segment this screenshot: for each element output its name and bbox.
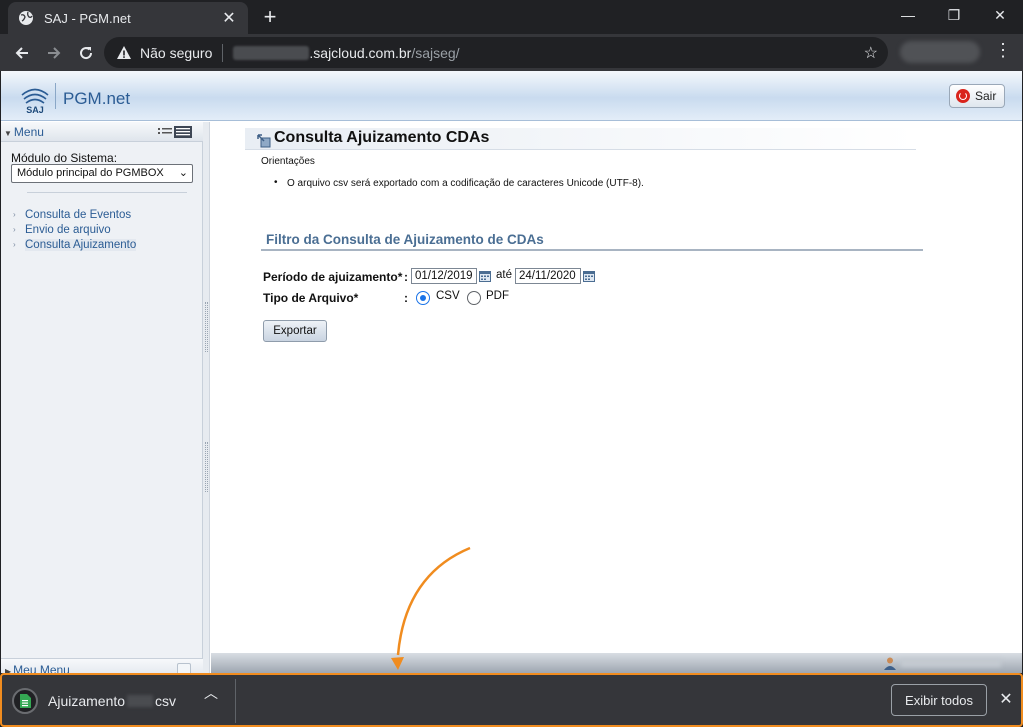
- my-menu-label: Meu Menu: [13, 663, 70, 673]
- redacted-subdomain: [233, 45, 310, 60]
- saj-logo: SAJ: [21, 88, 49, 115]
- sidebar-item-consulta-eventos[interactable]: › Consulta de Eventos: [13, 207, 136, 222]
- filter-title: Filtro da Consulta de Ajuizamento de CDA…: [266, 232, 544, 247]
- splitter-grip: [205, 302, 208, 352]
- file-type-colon: :: [404, 291, 408, 305]
- radio-csv[interactable]: [416, 291, 430, 305]
- my-menu-header[interactable]: ▶ Meu Menu: [1, 658, 203, 673]
- power-icon: [956, 89, 970, 103]
- module-select[interactable]: Módulo principal do PGMBOX ⌄: [11, 164, 193, 183]
- download-file-name: Ajuizamento: [48, 693, 126, 709]
- radio-pdf-label[interactable]: PDF: [486, 290, 509, 302]
- browser-toolbar: Não seguro .sajcloud.com.br /sajseg/ ☆ ⋮: [0, 34, 1023, 71]
- radio-pdf[interactable]: [467, 291, 481, 305]
- date-to-input[interactable]: 24/11/2020: [515, 268, 581, 284]
- download-file-ext: csv: [155, 693, 177, 709]
- link-bullet-icon: ›: [13, 240, 16, 249]
- date-from-input[interactable]: 01/12/2019: [411, 268, 477, 284]
- calendar-icon[interactable]: [583, 270, 595, 282]
- bookmark-star-icon[interactable]: ☆: [864, 43, 878, 63]
- my-menu-edit-icon[interactable]: [177, 663, 191, 673]
- tab-close-icon[interactable]: ✕: [220, 8, 238, 28]
- download-shelf: Ajuizamento csv ︿ Exibir todos ✕: [0, 673, 1023, 727]
- page-title: Consulta Ajuizamento CDAs: [274, 129, 490, 146]
- period-colon: :: [404, 270, 408, 284]
- arrow-left-icon: [15, 47, 28, 59]
- module-label: Módulo do Sistema:: [11, 151, 118, 165]
- tab-strip: SAJ - PGM.net ✕ + — ❐ ✕: [0, 0, 1023, 34]
- logout-label: Sair: [975, 89, 997, 103]
- globe-icon: [19, 11, 33, 25]
- sidebar-splitter[interactable]: [203, 122, 210, 673]
- tab-title: SAJ - PGM.net: [44, 10, 131, 26]
- back-button[interactable]: [8, 39, 36, 67]
- new-tab-button[interactable]: +: [258, 5, 282, 29]
- main-content: Consulta Ajuizamento CDAs Orientações O …: [211, 122, 1022, 653]
- redacted-username: [901, 659, 1001, 667]
- logout-button[interactable]: Sair: [949, 84, 1005, 108]
- show-all-downloads-button[interactable]: Exibir todos: [891, 684, 987, 716]
- status-bar: [211, 653, 1022, 673]
- period-label: Período de ajuizamento*: [263, 270, 403, 284]
- reload-button[interactable]: [72, 39, 100, 67]
- app-name: PGM.net: [63, 89, 131, 108]
- redacted-file-part: [127, 695, 154, 707]
- forward-button[interactable]: [40, 39, 68, 67]
- warning-icon: [117, 45, 131, 59]
- spreadsheet-file-icon: [12, 688, 38, 714]
- chevron-down-icon: ⌄: [178, 167, 188, 179]
- profile-avatar[interactable]: [900, 41, 980, 63]
- security-label[interactable]: Não seguro: [140, 45, 212, 61]
- sidebar-divider: [27, 192, 187, 193]
- query-icon: [257, 134, 271, 148]
- module-selected-value: Módulo principal do PGMBOX: [17, 167, 164, 179]
- guidance-label: Orientações: [261, 156, 315, 167]
- app-header: SAJ PGM.net Sair: [1, 71, 1022, 121]
- file-type-label: Tipo de Arquivo*: [263, 291, 359, 305]
- restore-button[interactable]: ❐: [931, 0, 977, 30]
- reload-icon: [80, 47, 93, 60]
- calendar-icon[interactable]: [479, 270, 491, 282]
- address-separator: [222, 43, 224, 62]
- browser-window: SAJ - PGM.net ✕ + — ❐ ✕ Não seguro .sajc…: [0, 0, 1023, 727]
- sidebar-item-label: Consulta de Eventos: [25, 208, 132, 221]
- url-path: /sajseg/: [411, 44, 460, 61]
- sidebar-item-consulta-ajuizamento[interactable]: › Consulta Ajuizamento: [13, 237, 137, 252]
- splitter-grip: [205, 442, 208, 492]
- web-page: SAJ PGM.net Sair ▼ Menu Módulo do Sistema…: [1, 71, 1022, 673]
- link-bullet-icon: ›: [13, 210, 16, 219]
- minimize-button[interactable]: —: [885, 0, 931, 30]
- arrow-right-icon: [48, 47, 61, 59]
- sidebar-links: › Consulta de Eventos › Envio de arquivo ›…: [13, 207, 137, 252]
- saj-logo-text: SAJ: [26, 105, 44, 115]
- date-between-label: até: [496, 269, 512, 281]
- filter-divider: [261, 249, 923, 251]
- sidebar-item-label: Consulta Ajuizamento: [25, 238, 137, 251]
- browser-menu-icon[interactable]: ⋮: [993, 40, 1013, 61]
- export-button[interactable]: Exportar: [263, 320, 327, 342]
- window-close-button[interactable]: ✕: [977, 0, 1023, 30]
- address-bar[interactable]: Não seguro .sajcloud.com.br /sajseg/ ☆: [104, 37, 888, 68]
- menu-label: Menu: [13, 125, 44, 139]
- radio-csv-label[interactable]: CSV: [436, 290, 460, 302]
- browser-tab[interactable]: SAJ - PGM.net ✕: [8, 2, 248, 34]
- shelf-separator: [235, 679, 236, 723]
- sidebar-item-label: Envio de arquivo: [25, 223, 111, 236]
- list-toggle-icon[interactable]: [158, 126, 192, 138]
- close-shelf-icon[interactable]: ✕: [997, 689, 1015, 709]
- user-icon: [884, 657, 896, 670]
- sidebar: ▼ Menu Módulo do Sistema: Módulo principa…: [1, 122, 203, 673]
- logo-divider: [55, 83, 56, 109]
- link-bullet-icon: ›: [13, 225, 16, 234]
- menu-header[interactable]: ▼ Menu: [1, 122, 203, 142]
- caret-down-icon: ▼: [4, 129, 12, 138]
- download-options-chevron-icon[interactable]: ︿: [204, 683, 218, 703]
- guidance-item: O arquivo csv será exportado com a codif…: [274, 177, 644, 189]
- url-host: .sajcloud.com.br: [309, 44, 412, 61]
- download-item[interactable]: Ajuizamento csv: [12, 683, 236, 719]
- sidebar-item-envio-arquivo[interactable]: › Envio de arquivo: [13, 222, 136, 237]
